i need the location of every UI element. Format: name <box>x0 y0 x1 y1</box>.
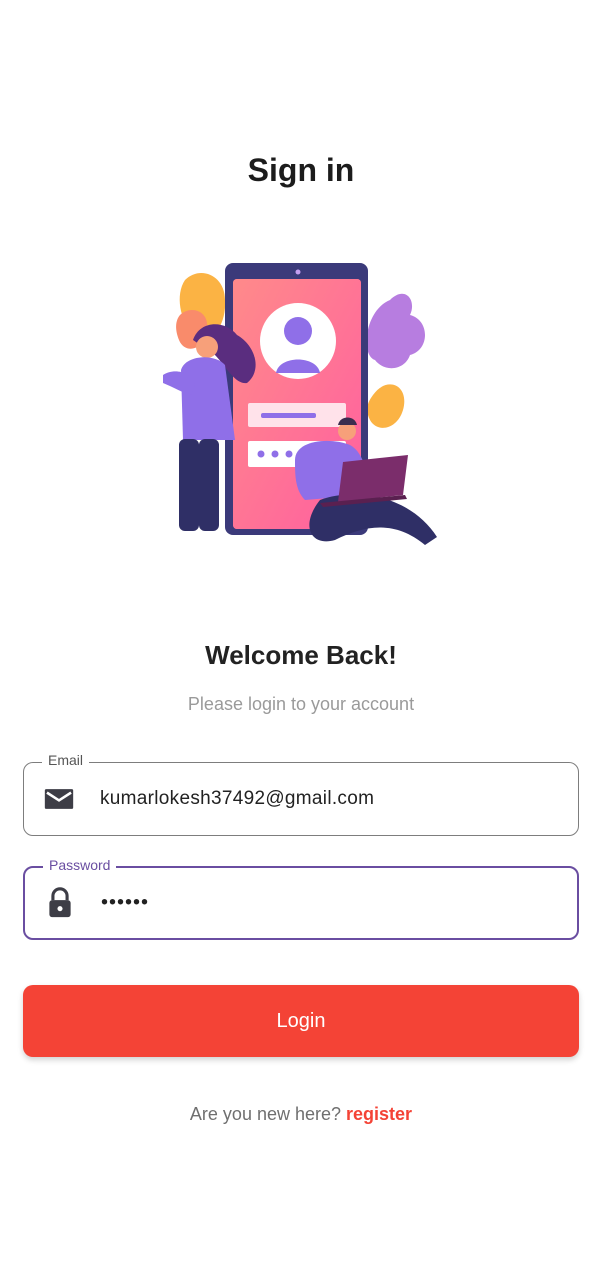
register-prompt-text: Are you new here? <box>189 1104 342 1124</box>
password-input[interactable]: •••••• <box>101 892 149 915</box>
page-title: Sign in <box>247 152 355 188</box>
email-field[interactable]: Email kumarlokesh37492@gmail.com <box>23 752 579 836</box>
welcome-subtitle: Please login to your account <box>187 694 415 714</box>
register-prompt: Are you new here? register <box>0 1104 602 1125</box>
lock-icon <box>49 887 71 918</box>
email-label: Email <box>42 752 90 768</box>
login-button[interactable]: Login <box>23 985 579 1057</box>
mail-icon <box>44 789 74 809</box>
welcome-heading: Welcome Back! <box>205 640 397 670</box>
email-input[interactable]: kumarlokesh37492@gmail.com <box>100 788 374 810</box>
login-illustration <box>163 263 437 545</box>
register-link[interactable]: register <box>346 1104 412 1124</box>
password-label: Password <box>43 857 117 873</box>
password-field[interactable]: Password •••••• <box>23 857 579 940</box>
